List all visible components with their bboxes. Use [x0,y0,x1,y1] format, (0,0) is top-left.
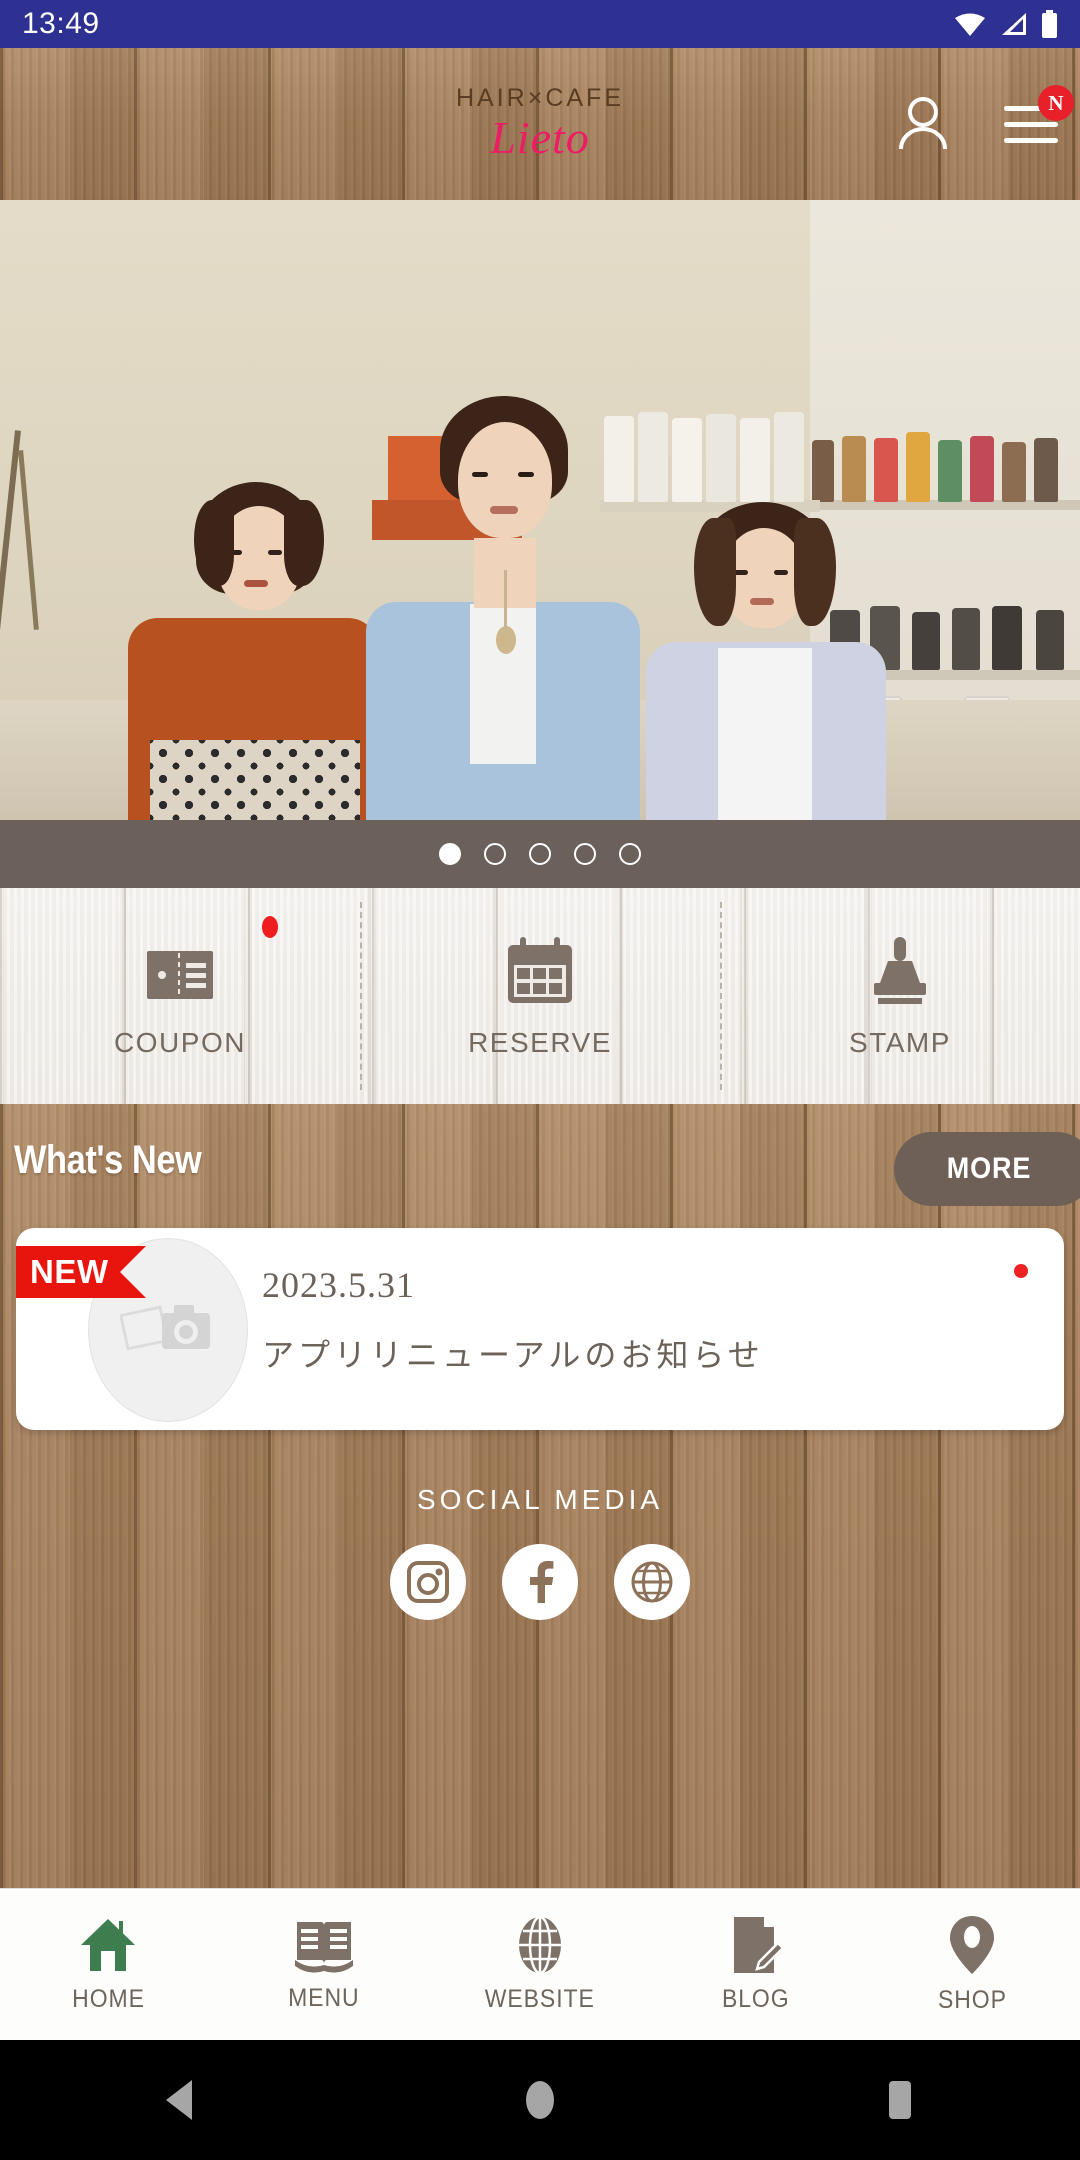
whats-new-header: What's New MORE [0,1132,1080,1210]
person-icon [899,97,947,150]
carousel-dot-1[interactable] [439,843,461,865]
quick-action-stamp[interactable]: STAMP [720,888,1080,1104]
wifi-icon [955,13,985,36]
social-media-section: SOCIAL MEDIA [0,1484,1080,1620]
quick-action-label: COUPON [114,1027,246,1058]
nav-label: MENU [288,1984,360,2012]
social-media-links [0,1544,1080,1620]
quick-action-reserve[interactable]: RESERVE [360,888,720,1104]
news-list-item[interactable]: NEW 2023.5.31 アプリリニューアルのお知らせ [16,1228,1064,1430]
header-actions: N [892,85,1074,155]
stamp-icon [866,933,934,1005]
triangle-back-icon [166,2080,192,2120]
quick-action-coupon[interactable]: COUPON [0,888,360,1104]
app-header: HAIR×CAFE Lieto N [0,48,1080,200]
square-recents-icon [889,2081,911,2119]
nav-label: BLOG [722,1985,790,2013]
news-unread-dot [1014,1264,1028,1278]
nav-label: SHOP [937,1986,1007,2014]
quick-actions-bar: COUPON RESERVE STAMP [0,888,1080,1104]
globe-icon [631,1561,673,1603]
carousel-dot-3[interactable] [529,843,551,865]
menu-button[interactable]: N [1000,85,1074,155]
menu-notification-badge: N [1038,85,1074,121]
whats-new-title: What's New [14,1138,202,1182]
status-icons [953,10,1058,38]
book-icon [295,1922,353,1973]
map-pin-icon [950,1916,994,1974]
document-pen-icon [734,1917,784,1973]
whats-new-more-button[interactable]: MORE [894,1132,1080,1206]
more-button-label: MORE [946,1152,1032,1185]
calendar-icon [506,933,574,1005]
nav-item-home[interactable]: HOME [0,1889,216,2040]
social-link-facebook[interactable] [502,1544,578,1620]
globe-icon [519,1915,561,1975]
coupon-ticket-icon [146,933,214,1005]
social-media-title: SOCIAL MEDIA [416,1484,664,1515]
nav-item-menu[interactable]: MENU [216,1889,432,2040]
quick-action-label: RESERVE [468,1027,612,1058]
battery-icon [1042,10,1057,38]
nav-item-website[interactable]: WEBSITE [432,1889,648,2040]
carousel-dot-4[interactable] [574,843,596,865]
coupon-badge-dot [262,916,278,938]
carousel-dot-5[interactable] [619,843,641,865]
nav-item-blog[interactable]: BLOG [648,1889,864,2040]
signal-icon [1002,13,1026,35]
android-back-button[interactable] [100,2078,260,2122]
facebook-icon [530,1561,554,1603]
news-title: アプリリニューアルのお知らせ [262,1337,764,1373]
social-link-website[interactable] [614,1544,690,1620]
status-bar: 13:49 [0,0,1080,48]
nav-label: HOME [71,1985,145,2013]
main-content: What's New MORE NEW 2023.5.31 アプリリニューアルの… [0,1104,1080,1888]
android-home-button[interactable] [460,2077,620,2123]
hero-carousel[interactable] [0,200,1080,820]
android-system-nav [0,2040,1080,2160]
android-recents-button[interactable] [820,2079,980,2121]
circle-home-icon [526,2081,554,2119]
hero-image [0,200,1080,820]
carousel-indicator-bar [0,820,1080,888]
status-time: 13:49 [22,7,100,40]
quick-action-label: STAMP [849,1027,951,1058]
nav-label: WEBSITE [485,1985,595,2013]
photo-camera-placeholder-icon [120,1305,210,1351]
instagram-icon [407,1561,449,1603]
nav-item-shop[interactable]: SHOP [864,1889,1080,2040]
app-root: 13:49 HAIR×CAFE Lieto N COUPON RESERVE S… [0,0,1080,2160]
account-button[interactable] [892,93,954,155]
social-link-instagram[interactable] [390,1544,466,1620]
bottom-navigation: HOME MENU WEBSITE BLOG SHOP [0,1888,1080,2040]
home-icon [81,1919,135,1971]
news-text: 2023.5.31 アプリリニューアルのお知らせ [262,1264,764,1376]
news-date: 2023.5.31 [262,1265,415,1305]
carousel-dot-2[interactable] [484,843,506,865]
